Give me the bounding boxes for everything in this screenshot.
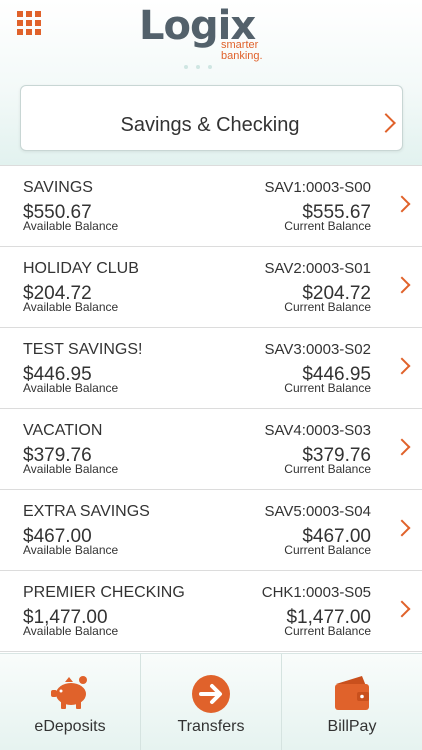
current-balance-label: Current Balance bbox=[284, 624, 371, 638]
account-name: SAVINGS bbox=[23, 179, 93, 196]
account-id: CHK1:0003-S05 bbox=[261, 584, 371, 601]
current-balance-label: Current Balance bbox=[284, 381, 371, 395]
account-name: VACATION bbox=[23, 422, 103, 439]
tab-label: Transfers bbox=[177, 718, 245, 735]
tab-transfers[interactable]: Transfers bbox=[141, 654, 282, 750]
account-group-selector[interactable]: Savings & Checking bbox=[20, 85, 403, 151]
chevron-right-icon bbox=[393, 519, 411, 537]
account-row[interactable]: SAVINGS SAV1:0003-S00 $550.67 Available … bbox=[0, 166, 422, 247]
wallet-icon bbox=[335, 676, 369, 710]
account-row[interactable]: VACATION SAV4:0003-S03 $379.76 Available… bbox=[0, 409, 422, 490]
chevron-right-icon bbox=[393, 195, 411, 213]
current-balance-label: Current Balance bbox=[284, 462, 371, 476]
account-name: PREMIER CHECKING bbox=[23, 584, 185, 601]
account-id: SAV4:0003-S03 bbox=[264, 422, 371, 439]
logo-tagline: smarter banking. bbox=[221, 40, 291, 62]
account-group-label: Savings & Checking bbox=[120, 114, 300, 136]
account-row[interactable]: PREMIER CHECKING CHK1:0003-S05 $1,477.00… bbox=[0, 571, 422, 652]
page-indicator bbox=[184, 65, 244, 71]
current-balance-label: Current Balance bbox=[284, 219, 371, 233]
available-balance-label: Available Balance bbox=[23, 462, 119, 476]
current-balance-label: Current Balance bbox=[284, 543, 371, 557]
account-name: HOLIDAY CLUB bbox=[23, 260, 139, 277]
chevron-right-icon bbox=[393, 276, 411, 294]
account-name: TEST SAVINGS! bbox=[23, 341, 143, 358]
tab-label: eDeposits bbox=[34, 718, 106, 735]
account-id: SAV1:0003-S00 bbox=[264, 179, 371, 196]
available-balance-label: Available Balance bbox=[23, 624, 119, 638]
chevron-right-icon bbox=[393, 438, 411, 456]
logix-logo: Logix smarter banking. bbox=[139, 4, 289, 64]
tab-label: BillPay bbox=[327, 718, 377, 735]
tab-edeposits[interactable]: eDeposits bbox=[0, 654, 141, 750]
tab-billpay[interactable]: BillPay bbox=[282, 654, 422, 750]
available-balance-label: Available Balance bbox=[23, 219, 119, 233]
piggy-bank-icon bbox=[51, 676, 87, 709]
bottom-tab-bar: eDeposits Transfers BillPay bbox=[0, 653, 422, 750]
account-row[interactable]: HOLIDAY CLUB SAV2:0003-S01 $204.72 Avail… bbox=[0, 247, 422, 328]
available-balance-label: Available Balance bbox=[23, 300, 119, 314]
available-balance-label: Available Balance bbox=[23, 381, 119, 395]
account-id: SAV2:0003-S01 bbox=[264, 260, 371, 277]
account-list: SAVINGS SAV1:0003-S00 $550.67 Available … bbox=[0, 165, 422, 652]
menu-grid-icon[interactable] bbox=[17, 11, 41, 35]
account-row[interactable]: TEST SAVINGS! SAV3:0003-S02 $446.95 Avai… bbox=[0, 328, 422, 409]
logo-tagline-line2: banking. bbox=[221, 50, 263, 62]
account-id: SAV3:0003-S02 bbox=[264, 341, 371, 358]
account-name: EXTRA SAVINGS bbox=[23, 503, 150, 520]
arrow-right-circle-icon bbox=[192, 675, 230, 713]
account-id: SAV5:0003-S04 bbox=[264, 503, 371, 520]
current-balance-label: Current Balance bbox=[284, 300, 371, 314]
chevron-right-icon bbox=[393, 357, 411, 375]
header: Logix smarter banking. Savings & Checkin… bbox=[0, 0, 422, 165]
available-balance-label: Available Balance bbox=[23, 543, 119, 557]
chevron-right-icon bbox=[393, 600, 411, 618]
account-row[interactable]: EXTRA SAVINGS SAV5:0003-S04 $467.00 Avai… bbox=[0, 490, 422, 571]
